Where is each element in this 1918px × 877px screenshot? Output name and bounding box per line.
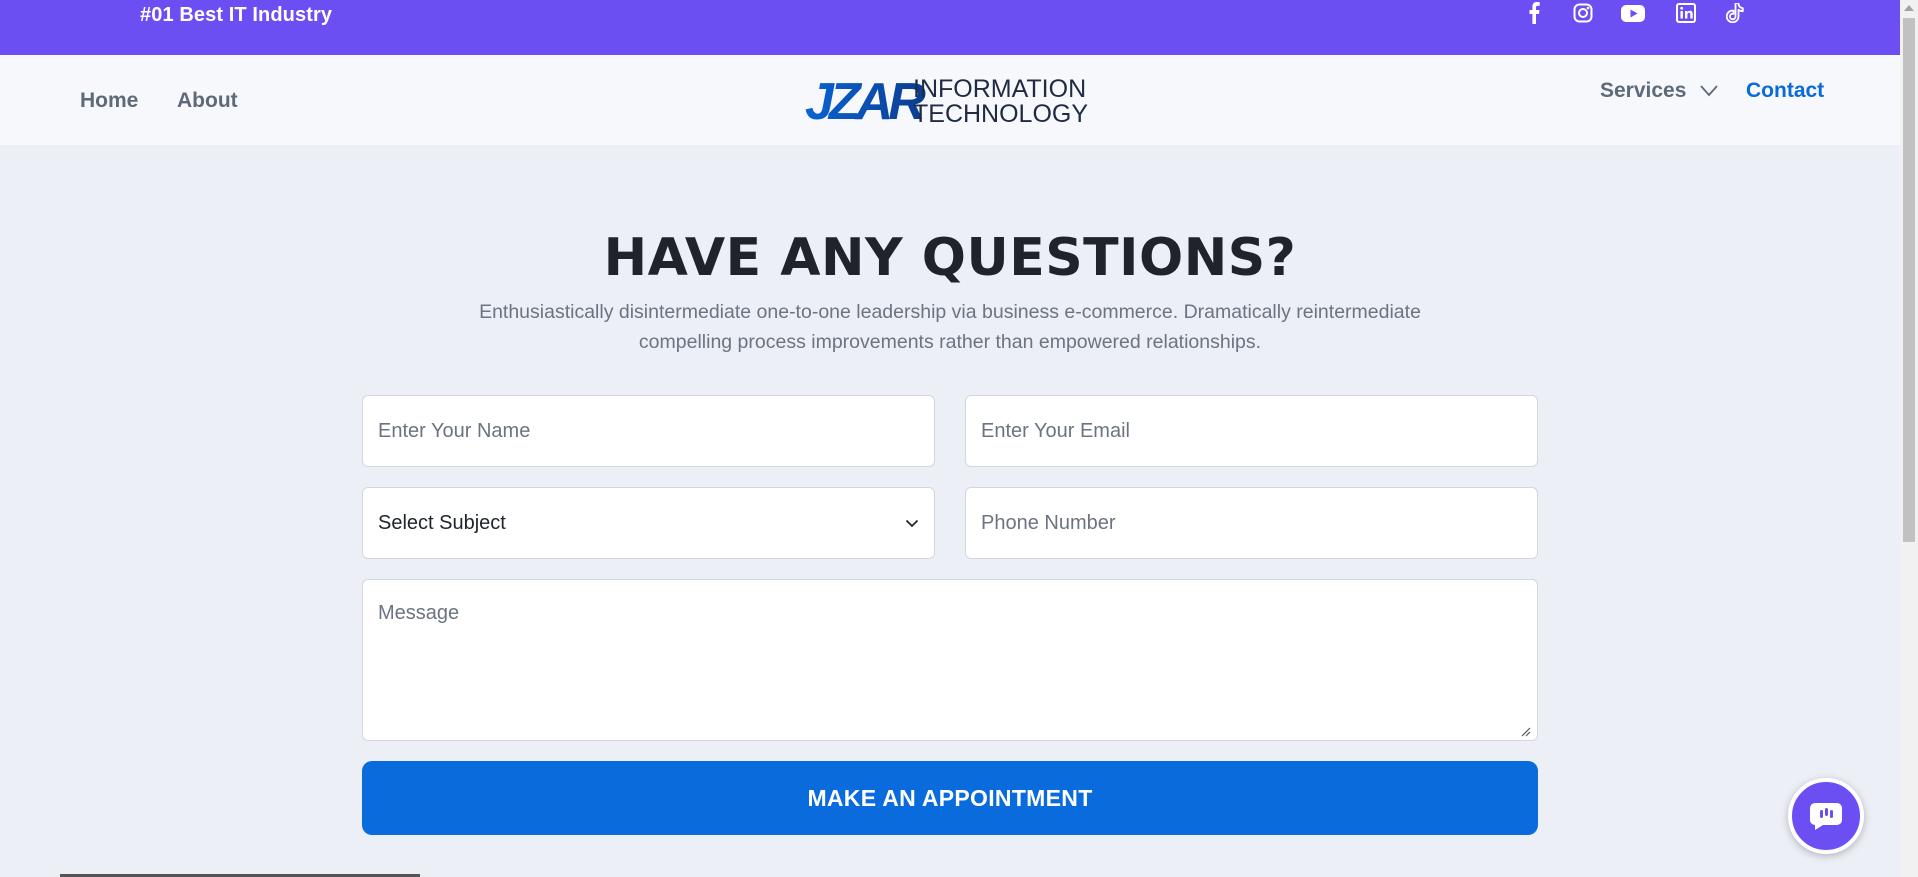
phone-input[interactable] (965, 487, 1538, 559)
page-title: HAVE ANY QUESTIONS? (603, 228, 1297, 288)
site-header: Home About JZAR INFORMATION TECHNOLOGY S… (0, 55, 1900, 145)
nav-services-label: Services (1600, 79, 1687, 102)
nav-home[interactable]: Home (80, 89, 138, 113)
subtitle-line-2: compelling process improvements rather t… (638, 331, 1262, 353)
name-input[interactable] (362, 395, 935, 467)
chat-bubble-icon (1810, 803, 1842, 830)
scroll-up-arrow-icon[interactable] (1904, 5, 1914, 11)
chat-widget-button[interactable] (1788, 778, 1864, 854)
nav-services[interactable]: Services (1600, 79, 1718, 103)
section-subtitle: Enthusiastically disintermediate one-to-… (460, 297, 1440, 357)
youtube-icon[interactable] (1620, 0, 1646, 26)
tiktok-icon[interactable] (1722, 0, 1748, 26)
tagline: #01 Best IT Industry (140, 4, 333, 26)
message-textarea[interactable] (362, 579, 1538, 741)
chevron-down-icon (905, 519, 919, 528)
scrollbar-thumb[interactable] (1903, 18, 1915, 542)
email-input[interactable] (965, 395, 1538, 467)
linkedin-icon[interactable] (1673, 0, 1699, 26)
subject-select-value: Select Subject (378, 511, 506, 534)
subject-select[interactable]: Select Subject (362, 487, 935, 559)
facebook-icon[interactable] (1521, 0, 1547, 26)
page-scrollbar[interactable] (1900, 0, 1918, 877)
top-bar: #01 Best IT Industry (0, 0, 1900, 55)
page: #01 Best IT Industry Home About JZAR INF… (0, 0, 1900, 877)
nav-contact[interactable]: Contact (1746, 79, 1824, 103)
logo-mark: JZAR (805, 73, 926, 127)
chevron-down-icon (1700, 85, 1718, 97)
make-appointment-button[interactable]: MAKE AN APPOINTMENT (362, 761, 1538, 835)
resize-handle-icon[interactable] (1521, 727, 1531, 737)
nav-about[interactable]: About (177, 89, 238, 113)
logo-line2: TECHNOLOGY (913, 100, 1088, 127)
company-logo[interactable]: JZAR INFORMATION TECHNOLOGY (805, 73, 1095, 131)
logo-line1: INFORMATION (913, 75, 1086, 103)
instagram-icon[interactable] (1570, 0, 1596, 26)
subtitle-line-1: Enthusiastically disintermediate one-to-… (479, 301, 1421, 323)
